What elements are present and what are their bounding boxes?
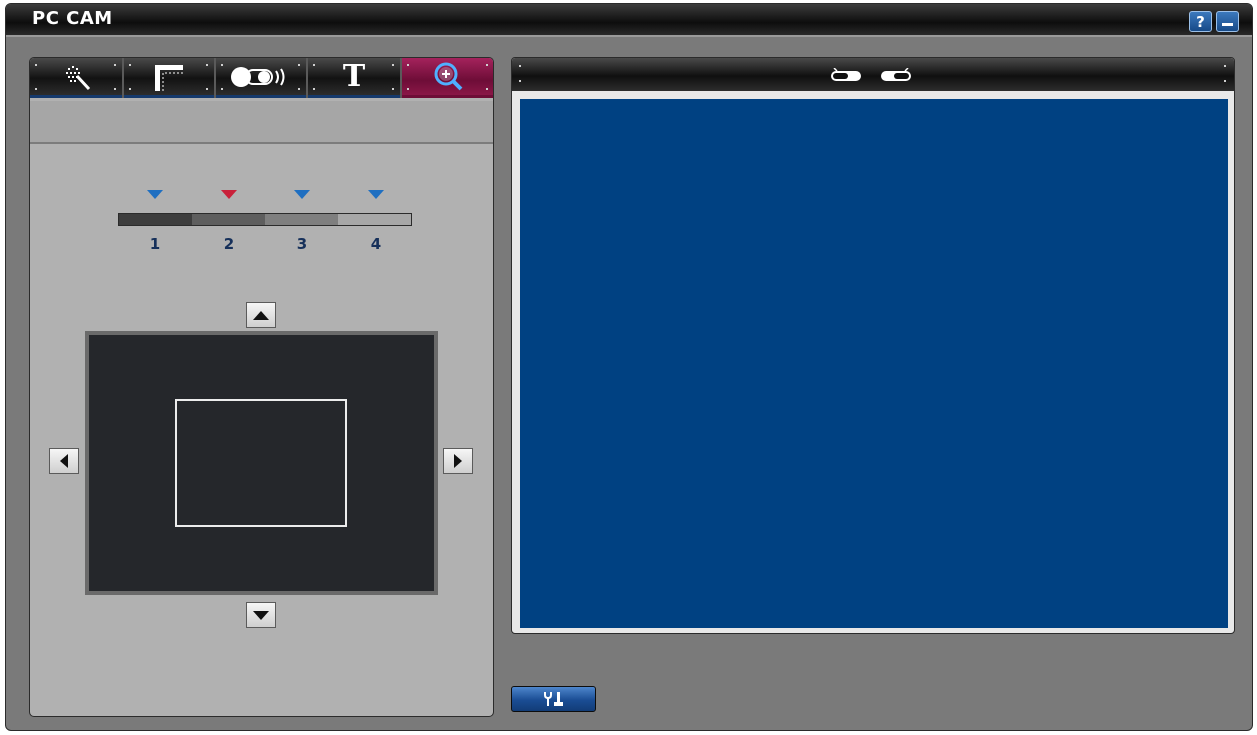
zoom-level-marker-1[interactable] xyxy=(147,190,163,199)
zoom-segment-1 xyxy=(119,214,192,225)
tab-effects[interactable] xyxy=(30,58,122,98)
tab-text[interactable]: T xyxy=(308,58,400,98)
zoom-segment-3 xyxy=(265,214,338,225)
zoom-level-label-1: 1 xyxy=(149,235,161,253)
help-label: ? xyxy=(1196,13,1205,31)
zoom-segment-2 xyxy=(192,214,265,225)
arrow-right-icon xyxy=(454,454,462,468)
camera-preview-panel xyxy=(511,57,1235,634)
tab-frame[interactable] xyxy=(124,58,214,98)
pc-cam-window: PC CAM ? T 1 2 3 4 xyxy=(5,3,1253,731)
switch-right-icon[interactable] xyxy=(880,68,912,82)
light-toggle-icon xyxy=(231,66,285,87)
zoom-level-label-4: 4 xyxy=(370,235,382,253)
pan-down-button[interactable] xyxy=(246,602,276,628)
tab-subbar xyxy=(30,101,493,144)
zoom-level-marker-4[interactable] xyxy=(368,190,384,199)
pan-right-button[interactable] xyxy=(443,448,473,474)
tab-toggle[interactable] xyxy=(216,58,306,98)
settings-button[interactable] xyxy=(511,686,596,712)
arrow-up-icon xyxy=(253,310,269,320)
zoom-level-slider[interactable] xyxy=(118,213,412,226)
window-title: PC CAM xyxy=(32,8,113,29)
tool-tabs: T xyxy=(30,58,493,101)
zoom-segment-4 xyxy=(338,214,411,225)
arrow-left-icon xyxy=(60,454,68,468)
help-button[interactable]: ? xyxy=(1189,11,1212,32)
pan-up-button[interactable] xyxy=(246,302,276,328)
sparkle-wand-icon xyxy=(66,65,91,90)
control-panel: T 1 2 3 4 xyxy=(29,57,494,717)
zoom-level-label-2: 2 xyxy=(223,235,235,253)
zoom-in-icon xyxy=(434,62,462,90)
preview-header xyxy=(512,58,1234,91)
text-icon: T xyxy=(342,59,366,94)
arrow-down-icon xyxy=(253,610,269,620)
title-bar[interactable]: PC CAM ? xyxy=(6,4,1252,37)
frame-corner-icon xyxy=(155,64,183,91)
zoom-level-marker-2[interactable] xyxy=(221,190,237,199)
zoom-level-marker-3[interactable] xyxy=(294,190,310,199)
pan-left-button[interactable] xyxy=(49,448,79,474)
zoom-viewport-frame[interactable] xyxy=(175,399,347,527)
switch-left-icon[interactable] xyxy=(830,68,862,82)
zoom-pan-navigator[interactable] xyxy=(85,331,438,595)
tab-zoom[interactable] xyxy=(402,58,493,98)
camera-video-view[interactable] xyxy=(520,99,1228,628)
tools-icon xyxy=(543,692,563,706)
zoom-level-label-3: 3 xyxy=(296,235,308,253)
minimize-icon xyxy=(1222,23,1233,26)
minimize-button[interactable] xyxy=(1216,11,1239,32)
